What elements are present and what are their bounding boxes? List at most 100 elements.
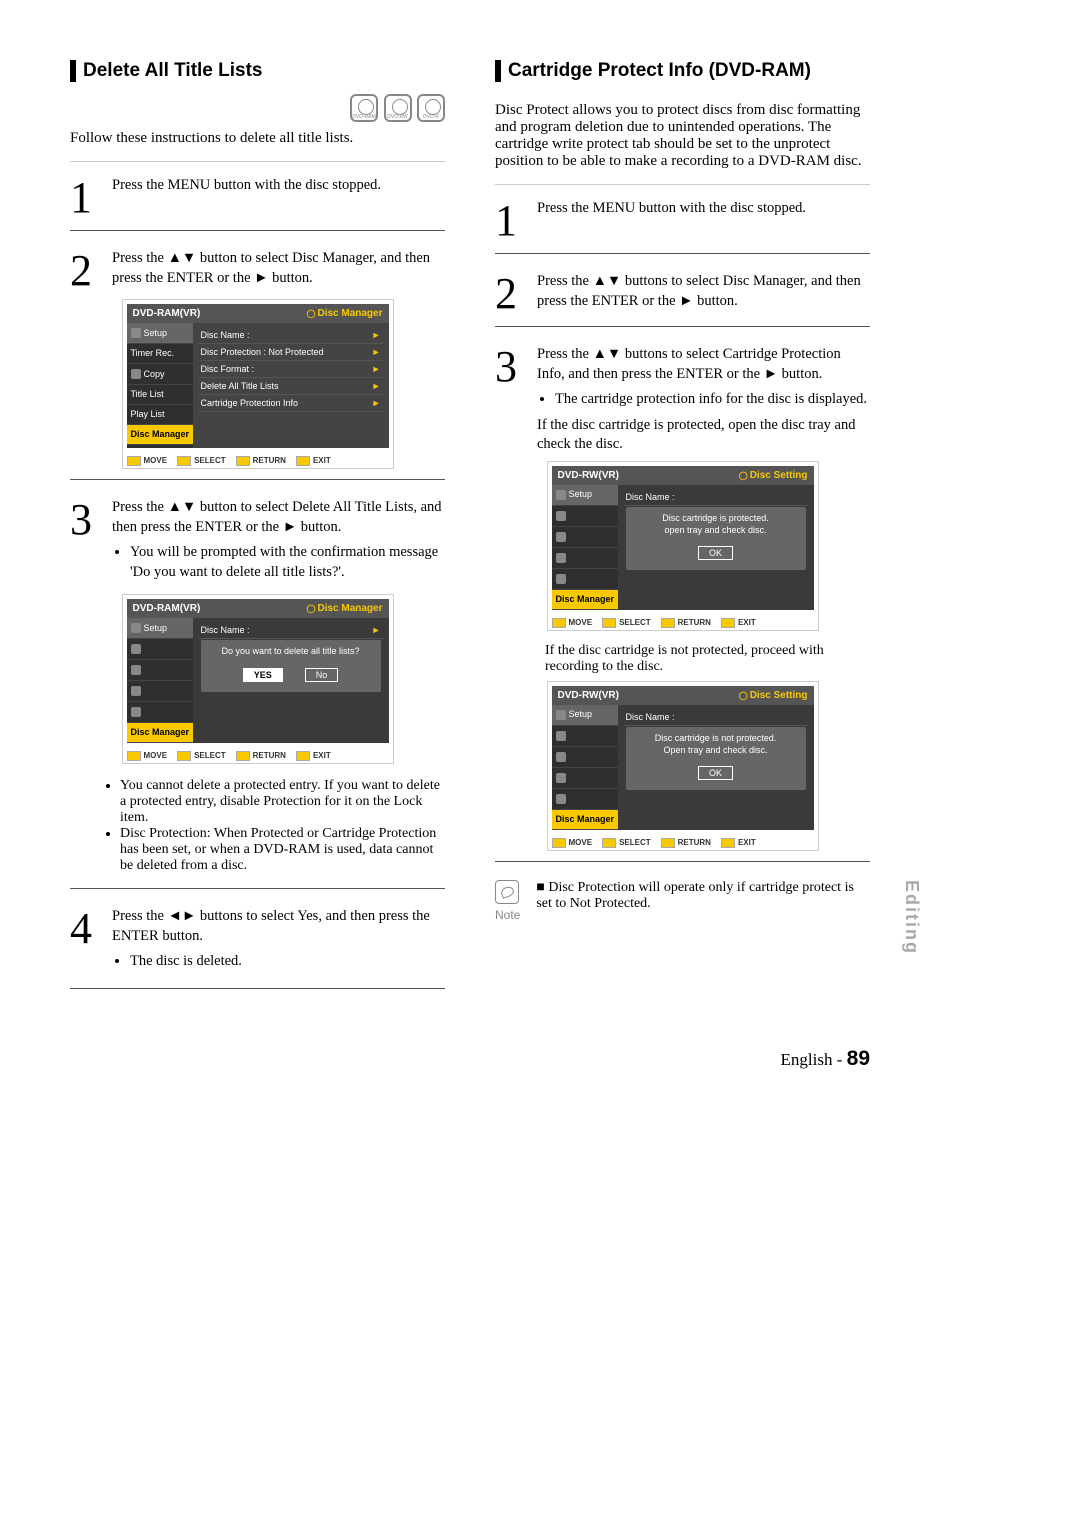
ok-button[interactable]: OK [698, 766, 733, 780]
sidebar-blur-icon [556, 773, 566, 783]
step-text: Press the MENU button with the disc stop… [112, 176, 445, 220]
right-column: Cartridge Protect Info (DVD-RAM) Disc Pr… [495, 60, 870, 1007]
sidebar-blur-icon [556, 511, 566, 521]
right-step-2: 2 Press the ▲▼ buttons to select Disc Ma… [495, 272, 870, 316]
osd-main: Disc Name :► Disc Protection : Not Prote… [193, 323, 389, 448]
left-column: Delete All Title Lists DVD-RAM DVD-RW DV… [70, 60, 445, 1007]
divider [495, 253, 870, 254]
osd-sidebar: Setup Disc Manager [552, 705, 618, 830]
divider [70, 888, 445, 889]
osd-footer: MOVE SELECT RETURN EXIT [123, 452, 393, 468]
divider [495, 326, 870, 327]
left-step-2: 2 Press the ▲▼ button to select Disc Man… [70, 249, 445, 293]
osd-panel-title: Disc Setting [750, 470, 808, 481]
osd-disc-manager-list: DVD-RAM(VR) ◯Disc Manager Setup Timer Re… [122, 299, 394, 469]
osd-delete-confirm: DVD-RAM(VR) ◯Disc Manager Setup Disc Man… [122, 594, 394, 764]
sidebar-blur-icon [556, 731, 566, 741]
osd-panel-title: Disc Manager [317, 308, 382, 319]
right-step-3: 3 Press the ▲▼ buttons to select Cartrid… [495, 345, 870, 455]
osd-sidebar: Setup Timer Rec. Copy Title List Play Li… [127, 323, 193, 448]
osd-cartridge-not-protected: DVD-RW(VR) ◯Disc Setting Setup Disc Mana… [547, 681, 819, 851]
step-number: 1 [70, 176, 98, 220]
left-intro: Follow these instructions to delete all … [70, 130, 445, 147]
step-number: 2 [495, 272, 523, 316]
osd-footer: MOVE SELECT RETURN EXIT [548, 834, 818, 850]
sidebar-blur-icon [556, 574, 566, 584]
dialog-line2: Open tray and check disc. [663, 745, 767, 755]
sidebar-blur-icon [131, 665, 141, 675]
divider [495, 184, 870, 185]
sidebar-blur-icon [131, 686, 141, 696]
osd-cartridge-protected: DVD-RW(VR) ◯Disc Setting Setup Disc Mana… [547, 461, 819, 631]
osd-panel-title: Disc Setting [750, 690, 808, 701]
osd-main: Disc Name : Disc cartridge is protected.… [618, 485, 814, 610]
osd-mode: DVD-RAM(VR) [133, 603, 201, 614]
step-number: 4 [70, 907, 98, 978]
osd-mode: DVD-RAM(VR) [133, 308, 201, 319]
note-text: Disc Protection will operate only if car… [536, 880, 870, 922]
osd-footer: MOVE SELECT RETURN EXIT [548, 614, 818, 630]
right-step-1: 1 Press the MENU button with the disc st… [495, 199, 870, 243]
dialog-line1: Disc cartridge is not protected. [655, 733, 777, 743]
step-text: Press the ◄► buttons to select Yes, and … [112, 908, 430, 944]
step-number: 1 [495, 199, 523, 243]
sidebar-blur-icon [131, 644, 141, 654]
osd-main: Disc Name : Disc cartridge is not protec… [618, 705, 814, 830]
step-followup: If the disc cartridge is not protected, … [545, 643, 870, 675]
page-footer: English - 89 [70, 1047, 870, 1071]
step-number: 2 [70, 249, 98, 293]
sidebar-blur-icon [556, 532, 566, 542]
divider [70, 230, 445, 231]
osd-main: Disc Name :► Do you want to delete all t… [193, 618, 389, 743]
divider [495, 861, 870, 862]
divider [70, 479, 445, 480]
step-bullet: You will be prompted with the confirmati… [130, 543, 445, 582]
note-icon [495, 880, 519, 904]
footer-language: English - [781, 1050, 847, 1069]
right-intro: Disc Protect allows you to protect discs… [495, 102, 870, 170]
left-step-3: 3 Press the ▲▼ button to select Delete A… [70, 498, 445, 588]
disc-icon-dvdr: DVD-R [417, 94, 445, 122]
disc-icon-dvdrw: DVD-RW [384, 94, 412, 122]
step-number: 3 [495, 345, 523, 455]
sidebar-blur-icon [556, 553, 566, 563]
step-text: Press the ▲▼ buttons to select Disc Mana… [537, 272, 870, 316]
left-step-4: 4 Press the ◄► buttons to select Yes, an… [70, 907, 445, 978]
step-text: Press the ▲▼ button to select Disc Manag… [112, 249, 445, 293]
sidebar-blur-icon [556, 794, 566, 804]
left-section-title: Delete All Title Lists [70, 60, 445, 82]
step-text: Press the ▲▼ button to select Delete All… [112, 499, 442, 535]
note-label: Note [495, 908, 520, 922]
page-number: 89 [847, 1047, 870, 1070]
osd-mode: DVD-RW(VR) [558, 690, 619, 701]
sidebar-blur-icon [556, 752, 566, 762]
no-button[interactable]: No [305, 668, 339, 682]
yes-button[interactable]: YES [243, 668, 283, 682]
divider [70, 161, 445, 162]
step-number: 3 [70, 498, 98, 588]
sidebar-blur-icon [131, 707, 141, 717]
dialog-message: Do you want to delete all title lists? [207, 646, 375, 658]
ok-button[interactable]: OK [698, 546, 733, 560]
step-bullet: Disc Protection: When Protected or Cartr… [120, 826, 445, 874]
section-side-label: Editing [901, 880, 922, 955]
note-block: Note Disc Protection will operate only i… [495, 880, 870, 922]
osd-dialog: Disc cartridge is not protected. Open tr… [626, 727, 806, 790]
osd-mode: DVD-RW(VR) [558, 470, 619, 481]
dialog-line1: Disc cartridge is protected. [662, 513, 769, 523]
step-bullet: You cannot delete a protected entry. If … [120, 778, 445, 826]
left-step-1: 1 Press the MENU button with the disc st… [70, 176, 445, 220]
step-bullet: The cartridge protection info for the di… [555, 390, 870, 410]
osd-footer: MOVE SELECT RETURN EXIT [123, 747, 393, 763]
dialog-line2: open tray and check disc. [664, 525, 766, 535]
step-followup: If the disc cartridge is protected, open… [537, 416, 870, 455]
disc-icon-dvdram: DVD-RAM [350, 94, 378, 122]
step-text: Press the ▲▼ buttons to select Cartridge… [537, 346, 841, 382]
disc-type-icons: DVD-RAM DVD-RW DVD-R [70, 94, 445, 122]
osd-sidebar: Setup Disc Manager [552, 485, 618, 610]
osd-sidebar: Setup Disc Manager [127, 618, 193, 743]
osd-dialog: Do you want to delete all title lists? Y… [201, 640, 381, 692]
divider [70, 988, 445, 989]
right-section-title: Cartridge Protect Info (DVD-RAM) [495, 60, 870, 82]
step-text: Press the MENU button with the disc stop… [537, 199, 870, 243]
